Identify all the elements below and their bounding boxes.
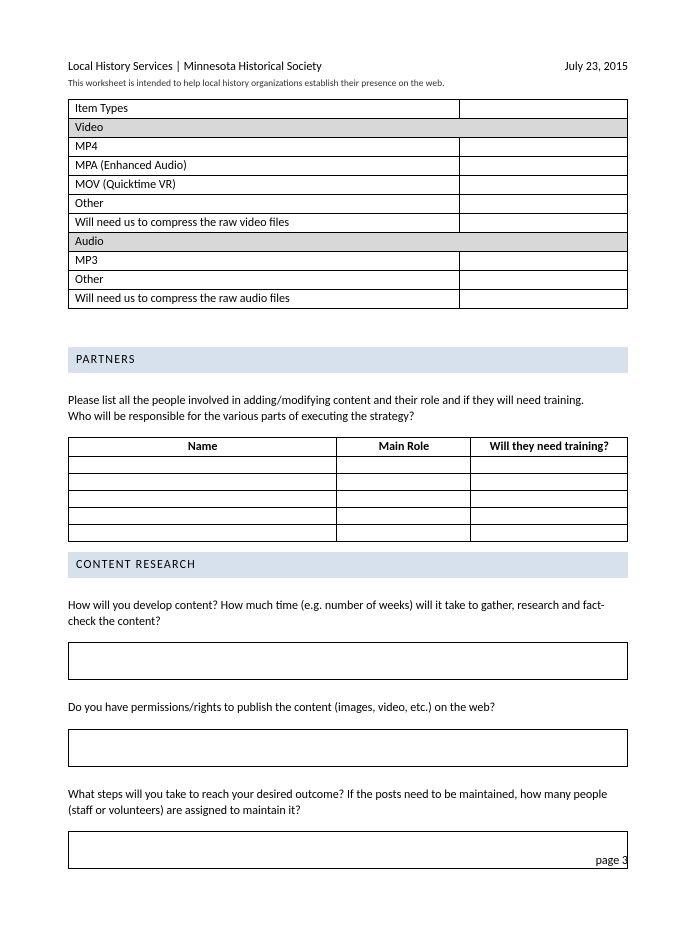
table-row [69, 524, 628, 541]
table-cell-blank [460, 194, 628, 213]
table-cell-blank [460, 289, 628, 308]
table-row: Will need us to compress the raw audio f… [69, 289, 460, 308]
question-2: Do you have permissions/rights to publis… [68, 700, 628, 716]
table-row [69, 456, 628, 473]
question-3: What steps will you take to reach your d… [68, 787, 628, 819]
header-date: July 23, 2015 [565, 60, 628, 76]
table-row [69, 490, 628, 507]
partners-intro: Please list all the people involved in a… [68, 393, 628, 425]
table-cell-blank [460, 251, 628, 270]
page-content: Local History Services | Minnesota Histo… [0, 0, 696, 929]
header-subtitle: This worksheet is intended to help local… [68, 77, 628, 89]
answer-box-3[interactable] [68, 831, 628, 869]
partners-col-name: Name [69, 437, 337, 456]
table-row [69, 507, 628, 524]
table-row: MPA (Enhanced Audio) [69, 156, 460, 175]
partners-intro-line1: Please list all the people involved in a… [68, 394, 584, 408]
partners-col-training: Will they need training? [471, 437, 628, 456]
answer-box-2[interactable] [68, 729, 628, 767]
item-types-heading: Item Types [69, 99, 460, 118]
content-research-heading: CONTENT RESEARCH [68, 552, 628, 578]
table-cell-blank [460, 175, 628, 194]
table-cell-blank [460, 213, 628, 232]
table-row: Audio [69, 232, 628, 251]
table-row: MOV (Quicktime VR) [69, 175, 460, 194]
table-row [69, 473, 628, 490]
page-number: page 3 [596, 854, 628, 868]
table-row: Video [69, 118, 628, 137]
partners-table: Name Main Role Will they need training? [68, 437, 628, 542]
item-types-table: Item Types Video MP4 MPA (Enhanced Audio… [68, 99, 628, 309]
table-row: Will need us to compress the raw video f… [69, 213, 460, 232]
question-1: How will you develop content? How much t… [68, 598, 628, 630]
table-cell-blank [460, 137, 628, 156]
table-row: Other [69, 194, 460, 213]
header-title: Local History Services | Minnesota Histo… [68, 60, 322, 76]
partners-intro-line2: Who will be responsible for the various … [68, 410, 414, 424]
table-cell-blank [460, 270, 628, 289]
table-row: Other [69, 270, 460, 289]
table-row: MP3 [69, 251, 460, 270]
table-row: MP4 [69, 137, 460, 156]
header-row: Local History Services | Minnesota Histo… [68, 60, 628, 76]
partners-heading: PARTNERS [68, 347, 628, 373]
item-types-cell-blank [460, 99, 628, 118]
answer-box-1[interactable] [68, 642, 628, 680]
partners-col-role: Main Role [337, 437, 471, 456]
table-cell-blank [460, 156, 628, 175]
